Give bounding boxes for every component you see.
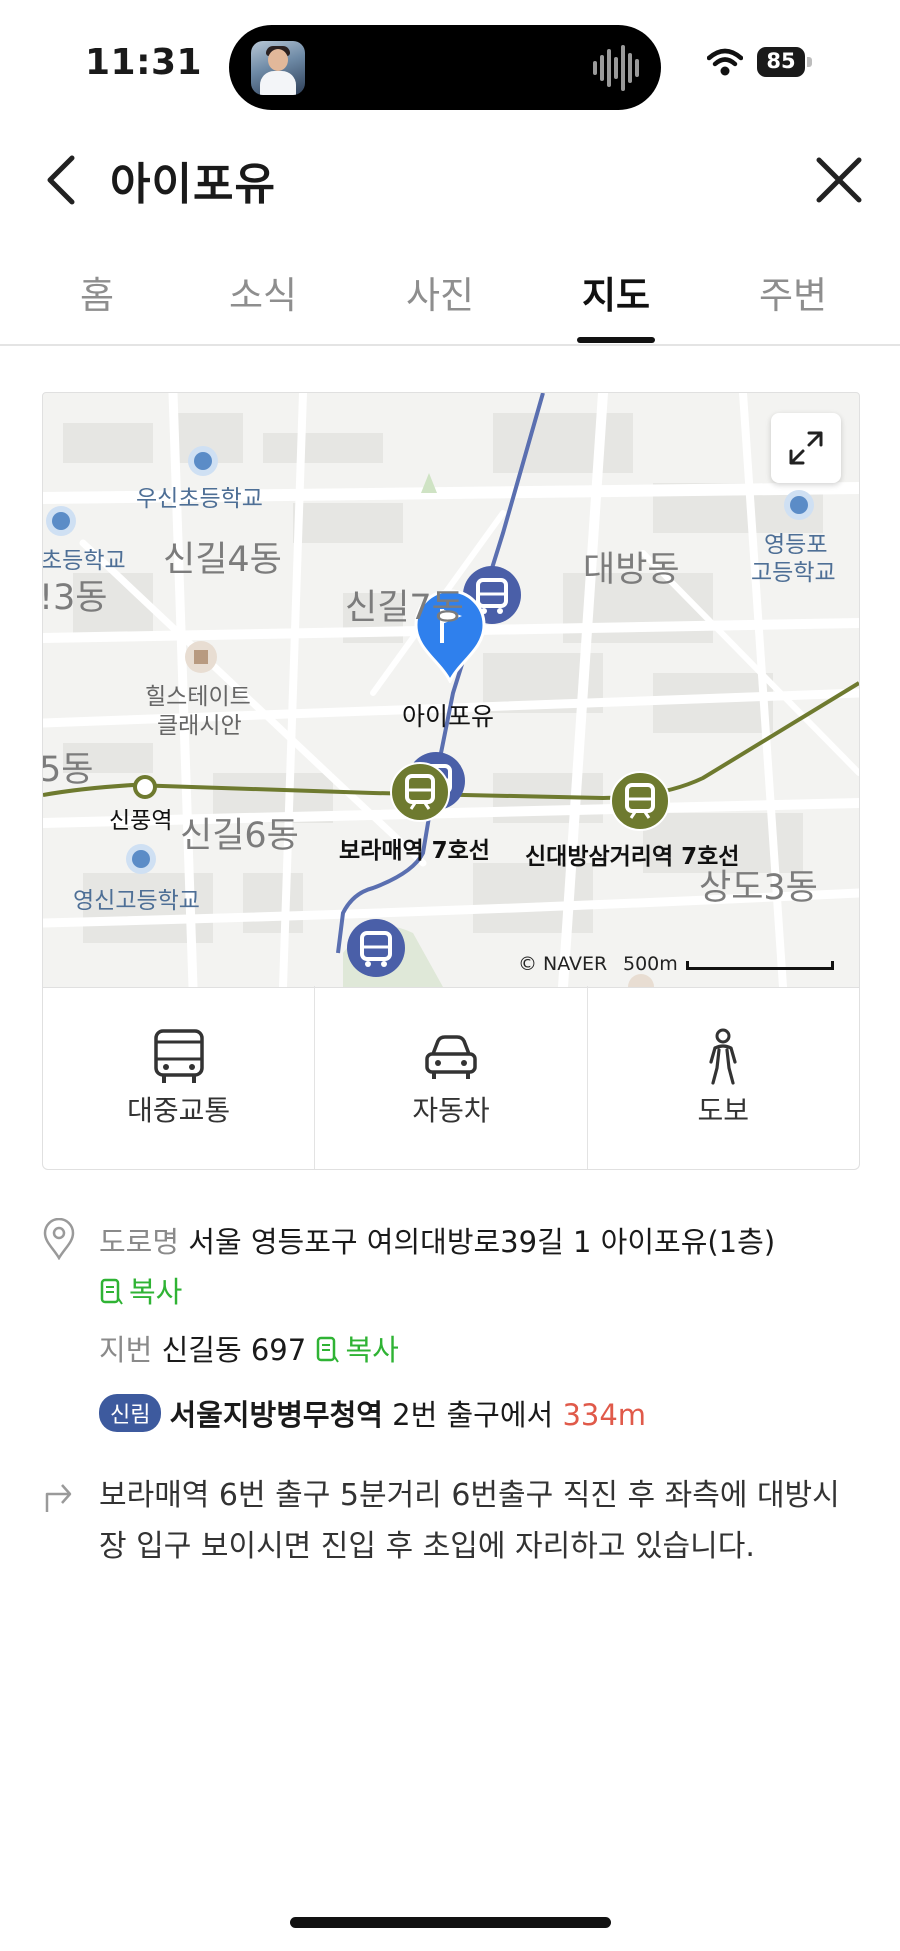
jibun-address-row: 지번 신길동 697 복사: [99, 1327, 399, 1369]
now-playing-thumbnail[interactable]: [251, 41, 305, 95]
active-tab-indicator: [577, 337, 655, 343]
wifi-icon: [707, 48, 743, 76]
road-address-label: 도로명: [99, 1225, 180, 1259]
map-scale-bar: [686, 961, 834, 970]
bus-stop-icon[interactable]: [345, 917, 407, 979]
tab-nearby[interactable]: 주변: [738, 265, 848, 319]
map-dong-label: 대방동: [583, 550, 680, 590]
copy-label: 복사: [345, 1333, 399, 1367]
subway-line-badge: 신림: [99, 1394, 162, 1432]
map-dong-label: 5동: [42, 750, 94, 790]
jibun-address: 신길동 697: [161, 1333, 307, 1367]
car-icon: [425, 1035, 477, 1079]
map-dong-label: 신길6동: [180, 816, 299, 856]
map-school-label: 고등학교: [751, 560, 836, 586]
map-station-label: 보라매역 7호선: [339, 838, 490, 864]
exit-text: 2번 출구에서: [392, 1398, 554, 1432]
turn-arrow-icon: [45, 1484, 72, 1512]
expand-icon: [789, 431, 823, 465]
walk-button[interactable]: 도보: [588, 986, 859, 1169]
map-dong-label: 신길7동: [345, 588, 464, 628]
close-button[interactable]: [811, 152, 867, 208]
map-scale-label: 500m: [623, 953, 678, 975]
battery-indicator: 85: [757, 47, 813, 77]
station-name: 서울지방병무청역: [169, 1398, 383, 1432]
map-school-label: 우신초등학교: [136, 486, 263, 512]
audio-waveform-icon: [593, 45, 639, 91]
map-school-label: 초등학교: [42, 548, 126, 574]
road-address-row: 도로명 서울 영등포구 여의대방로39길 1 아이포유(1층): [99, 1219, 775, 1261]
copy-jibun-button[interactable]: 복사: [315, 1333, 399, 1367]
expand-map-button[interactable]: [771, 413, 841, 483]
map-apartment-label: 클래시안: [157, 713, 242, 739]
location-pin-icon: [43, 1218, 75, 1260]
battery-level: 85: [766, 49, 796, 73]
station-distance: 334m: [562, 1398, 647, 1432]
map-dong-label: 신길4동: [163, 540, 282, 580]
nearest-station-row: 신림 서울지방병무청역 2번 출구에서 334m: [99, 1392, 646, 1434]
copy-road-button[interactable]: 복사: [99, 1269, 182, 1311]
transit-button[interactable]: 대중교통: [43, 986, 316, 1169]
copy-icon: [100, 1278, 123, 1305]
transit-label: 대중교통: [127, 1094, 231, 1127]
home-indicator[interactable]: [290, 1917, 611, 1928]
tab-divider: [0, 344, 900, 346]
tab-news[interactable]: 소식: [208, 265, 318, 319]
dynamic-island[interactable]: [229, 25, 661, 110]
transport-options: 대중교통 자동차 도보: [42, 986, 860, 1170]
page-title: 아이포유: [110, 159, 276, 210]
map-place-label: 아이포유: [402, 702, 495, 731]
tab-home[interactable]: 홈: [42, 265, 152, 319]
copy-icon: [317, 1336, 340, 1363]
car-button[interactable]: 자동차: [315, 986, 588, 1169]
back-button[interactable]: [38, 150, 88, 210]
tab-map[interactable]: 지도: [561, 265, 671, 319]
map-school-label: 영신고등학교: [73, 888, 200, 914]
map-station-label: 신대방삼거리역 7호선: [525, 844, 740, 870]
directions-text: 보라매역 6번 출구 5분거리 6번출구 직진 후 좌측에 대방시장 입구 보이…: [99, 1478, 840, 1564]
subway-station-icon[interactable]: [609, 770, 671, 832]
map-view[interactable]: 신길4동 대방동 신길7동 신길6동 상도3동 !3동 5동 우신초등학교 초등…: [42, 392, 860, 988]
copy-label: 복사: [129, 1275, 183, 1309]
status-time: 11:31: [85, 42, 203, 83]
subway-station-icon[interactable]: [389, 761, 451, 823]
walk-label: 도보: [697, 1094, 750, 1127]
car-label: 자동차: [412, 1094, 490, 1127]
map-credit: © NAVER: [518, 953, 608, 975]
tab-photos[interactable]: 사진: [385, 265, 495, 319]
jibun-label: 지번: [99, 1333, 153, 1367]
map-station-label: 신풍역: [109, 808, 173, 834]
road-address: 서울 영등포구 여의대방로39길 1 아이포유(1층): [188, 1225, 776, 1259]
walk-icon: [709, 1028, 737, 1085]
map-dong-label: !3동: [42, 578, 108, 618]
bus-icon: [153, 1029, 204, 1083]
